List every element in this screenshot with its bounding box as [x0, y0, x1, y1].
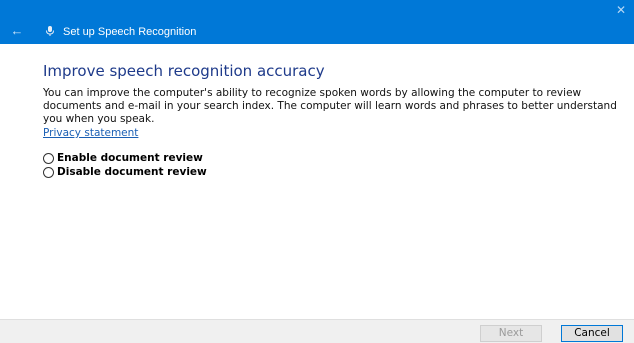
next-button[interactable]: Next — [480, 325, 542, 342]
enable-document-review-option[interactable]: Enable document review — [43, 151, 203, 165]
window-title: Set up Speech Recognition — [63, 26, 197, 38]
disable-document-review-radio[interactable] — [43, 166, 54, 178]
enable-document-review-radio[interactable] — [43, 152, 54, 164]
privacy-statement-link[interactable]: Privacy statement — [43, 127, 138, 139]
page-heading: Improve speech recognition accuracy — [43, 62, 325, 80]
enable-document-review-label: Enable document review — [57, 152, 203, 164]
disable-document-review-option[interactable]: Disable document review — [43, 165, 207, 179]
wizard-page: Improve speech recognition accuracy You … — [0, 44, 634, 319]
close-icon[interactable]: ✕ — [614, 3, 628, 17]
page-description: You can improve the computer's ability t… — [43, 87, 617, 125]
cancel-button[interactable]: Cancel — [561, 325, 623, 342]
disable-document-review-label: Disable document review — [57, 166, 207, 178]
microphone-icon — [46, 26, 54, 36]
back-arrow-icon[interactable]: ← — [10, 24, 24, 38]
title-bar: ← Set up Speech Recognition ✕ — [0, 0, 634, 44]
button-bar: Next Cancel — [0, 319, 634, 343]
